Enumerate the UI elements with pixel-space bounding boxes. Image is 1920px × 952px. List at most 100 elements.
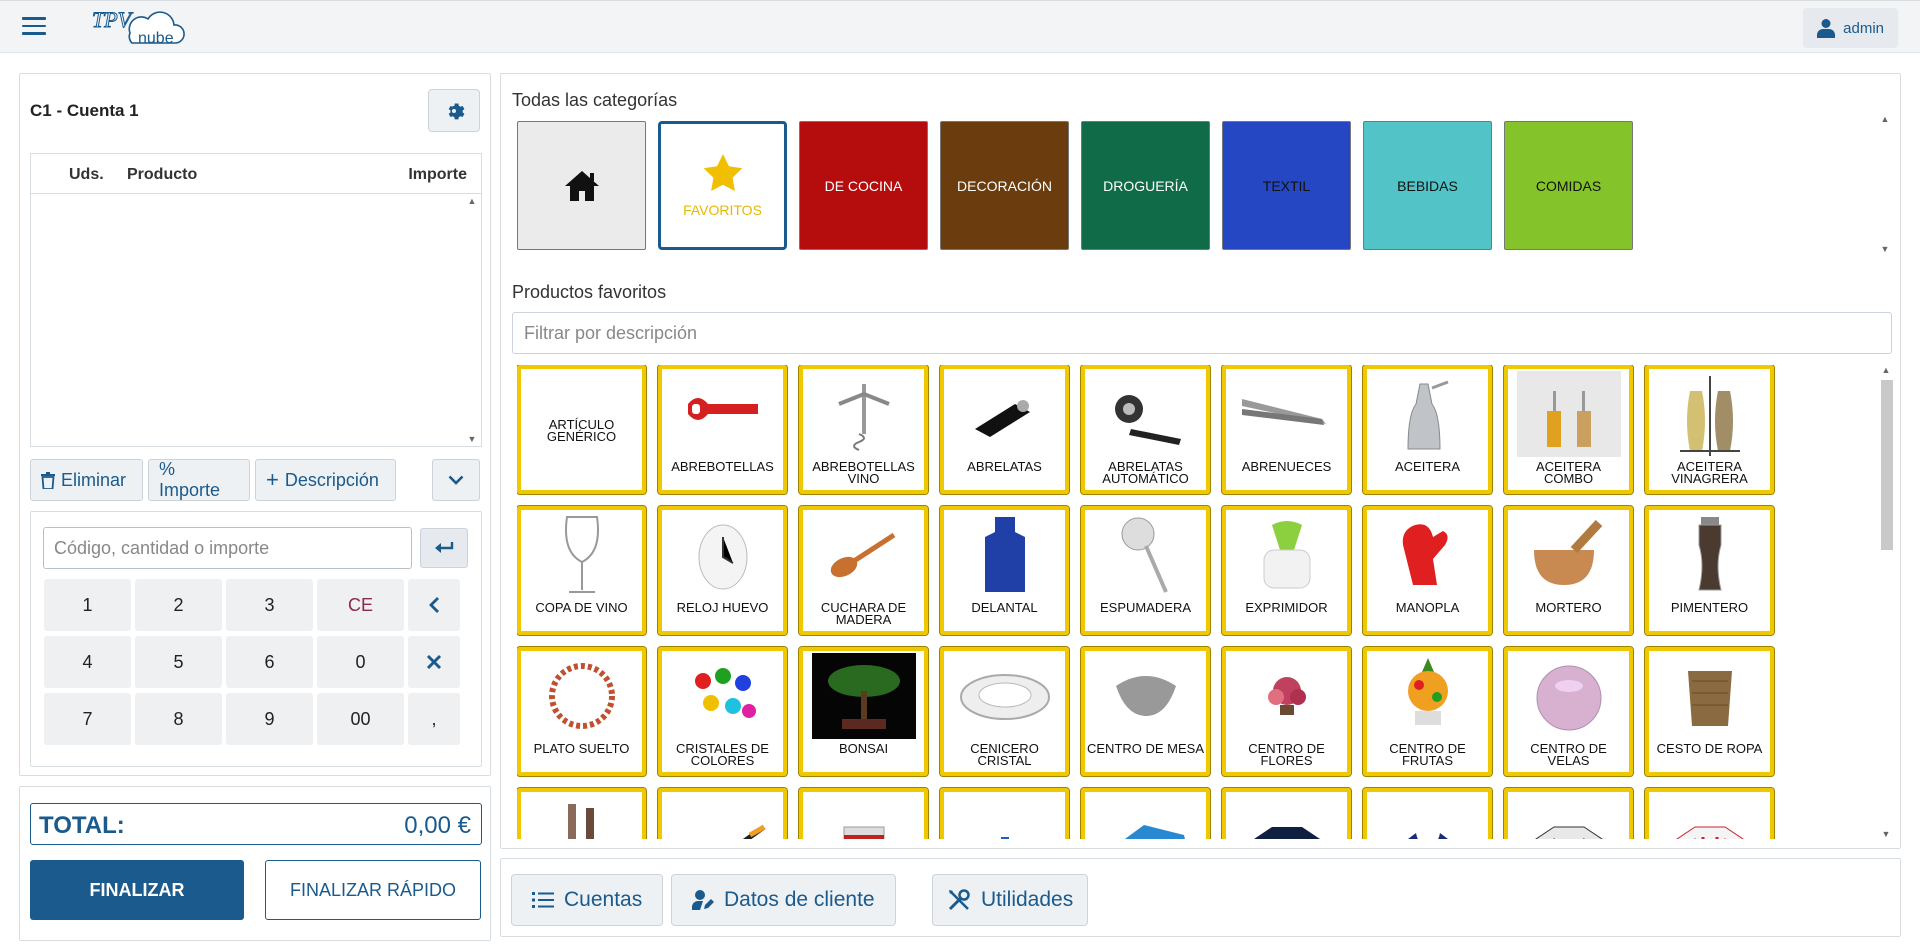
pan-icon [671, 794, 775, 839]
key-multiply[interactable] [408, 636, 460, 688]
product-tile[interactable]: ABREBOTELLAS [657, 365, 788, 495]
key-1[interactable]: 1 [44, 579, 131, 631]
utilities-button[interactable]: Utilidades [932, 874, 1089, 926]
product-tile[interactable]: BONSAI [798, 646, 929, 777]
key-9[interactable]: 9 [226, 693, 313, 745]
product-tile[interactable]: CRISTALES DE COLORES [657, 646, 788, 777]
product-name: ACEITERA COMBO [1535, 459, 1601, 486]
product-tile[interactable]: CENTRO DE MESA [1080, 646, 1211, 777]
product-tile[interactable]: ACEITERA COMBO [1503, 365, 1634, 495]
key-5[interactable]: 5 [135, 636, 222, 688]
key-00[interactable]: 00 [317, 693, 404, 745]
product-tile[interactable]: ARTÍCULO GENÉRICO [517, 365, 647, 495]
product-tile[interactable] [1503, 787, 1634, 839]
logo[interactable]: TPV nube [90, 5, 190, 51]
product-tile[interactable]: ABREBOTELLAS VINO [798, 365, 929, 495]
fruits-icon [1376, 653, 1480, 739]
category-1[interactable]: FAVORITOS [658, 121, 787, 250]
product-grid: ARTÍCULO GENÉRICO ABREBOTELLAS ABREBOTELLA… [517, 365, 1877, 839]
product-tile[interactable]: ABRELATAS AUTOMÁTICO [1080, 365, 1211, 495]
product-tile[interactable] [1221, 787, 1352, 839]
product-tile[interactable]: CUCHARA DE MADERA [798, 505, 929, 636]
product-tile[interactable]: MANOPLA [1362, 505, 1493, 636]
delete-button[interactable]: Eliminar [30, 459, 143, 501]
product-tile[interactable] [517, 787, 647, 839]
category-3[interactable]: DECORACIÓN [940, 121, 1069, 250]
key-backspace[interactable] [408, 579, 460, 631]
product-tile[interactable]: CENTRO DE FRUTAS [1362, 646, 1493, 777]
category-home[interactable] [517, 121, 646, 250]
key-0[interactable]: 0 [317, 636, 404, 688]
category-6[interactable]: BEBIDAS [1363, 121, 1492, 250]
tools-panel: Cuentas Datos de cliente Utilidades [500, 858, 1901, 937]
product-tile[interactable] [939, 787, 1070, 839]
product-tile[interactable]: PIMENTERO [1644, 505, 1775, 636]
add-description-button[interactable]: + Descripción [255, 459, 396, 501]
scroll-down-icon[interactable]: ▼ [1878, 244, 1892, 254]
product-tile[interactable]: CENTRO DE VELAS [1503, 646, 1634, 777]
client-data-button[interactable]: Datos de cliente [671, 874, 896, 926]
category-list: FAVORITOS DE COCINA DECORACIÓN DROGUERÍA TEX… [517, 121, 1633, 250]
product-tile[interactable]: MORTERO [1503, 505, 1634, 636]
product-tile[interactable]: DELANTAL [939, 505, 1070, 636]
pepper-mill-icon [1658, 512, 1762, 598]
product-tile[interactable] [798, 787, 929, 839]
product-tile[interactable] [1080, 787, 1211, 839]
key-4[interactable]: 4 [44, 636, 131, 688]
list-icon [532, 892, 554, 908]
category-4[interactable]: DROGUERÍA [1081, 121, 1210, 250]
filter-input[interactable] [512, 312, 1892, 354]
product-tile[interactable]: PLATO SUELTO [517, 646, 647, 777]
product-tile[interactable]: CENICERO CRISTAL [939, 646, 1070, 777]
product-tile[interactable]: CESTO DE ROPA [1644, 646, 1775, 777]
product-tile[interactable]: CENTRO DE FLORES [1221, 646, 1352, 777]
product-tile[interactable]: COPA DE VINO [517, 505, 647, 636]
key-7[interactable]: 7 [44, 693, 131, 745]
scroll-up-icon[interactable]: ▲ [1879, 365, 1893, 375]
expand-button[interactable] [432, 459, 480, 501]
key-comma[interactable]: , [408, 693, 460, 745]
accounts-button[interactable]: Cuentas [511, 874, 664, 926]
category-7[interactable]: COMIDAS [1504, 121, 1633, 250]
scroll-down-icon[interactable]: ▼ [1879, 829, 1893, 839]
product-tile[interactable]: EXPRIMIDOR [1221, 505, 1352, 636]
key-2[interactable]: 2 [135, 579, 222, 631]
ticket-scrollbar[interactable]: ▲ ▼ [465, 196, 479, 444]
scroll-thumb[interactable] [1881, 380, 1893, 550]
product-tile[interactable]: ESPUMADERA [1080, 505, 1211, 636]
wooden-spoon-icon [812, 512, 916, 598]
finish-button[interactable]: FINALIZAR [30, 860, 244, 920]
category-5[interactable]: TEXTIL [1222, 121, 1351, 250]
categories-scrollbar[interactable]: ▲ ▼ [1878, 114, 1894, 254]
key-ce[interactable]: CE [317, 579, 404, 631]
category-2[interactable]: DE COCINA [799, 121, 928, 250]
scroll-up-icon[interactable]: ▲ [1878, 114, 1892, 124]
catalog-panel: Todas las categorías FAVORITOS DE COCINA D… [500, 73, 1901, 849]
product-tile[interactable]: ABRELATAS [939, 365, 1070, 495]
bottle-icon [953, 794, 1057, 839]
product-tile[interactable] [1362, 787, 1493, 839]
scroll-up-icon[interactable]: ▲ [465, 196, 479, 206]
tshirt-icon [1235, 794, 1339, 839]
scroll-down-icon[interactable]: ▼ [465, 434, 479, 444]
category-label: DROGUERÍA [1103, 177, 1188, 194]
product-tile[interactable]: ACEITERA VINAGRERA [1644, 365, 1775, 495]
category-label: COMIDAS [1535, 177, 1602, 194]
products-scrollbar[interactable]: ▲ ▼ [1879, 365, 1895, 839]
menu-icon[interactable] [22, 17, 46, 37]
product-tile[interactable]: RELOJ HUEVO [657, 505, 788, 636]
enter-button[interactable] [420, 528, 468, 568]
key-6[interactable]: 6 [226, 636, 313, 688]
account-settings-button[interactable] [428, 89, 480, 132]
key-8[interactable]: 8 [135, 693, 222, 745]
product-tile[interactable]: ABRENUECES [1221, 365, 1352, 495]
logo-top-text: TPV [92, 7, 134, 32]
product-tile[interactable] [657, 787, 788, 839]
product-tile[interactable] [1644, 787, 1775, 839]
code-input[interactable] [43, 527, 412, 569]
percent-amount-button[interactable]: % Importe [148, 459, 250, 501]
quick-finish-button[interactable]: FINALIZAR RÁPIDO [265, 860, 481, 920]
user-menu-button[interactable]: admin [1803, 8, 1898, 48]
product-tile[interactable]: ACEITERA [1362, 365, 1493, 495]
key-3[interactable]: 3 [226, 579, 313, 631]
